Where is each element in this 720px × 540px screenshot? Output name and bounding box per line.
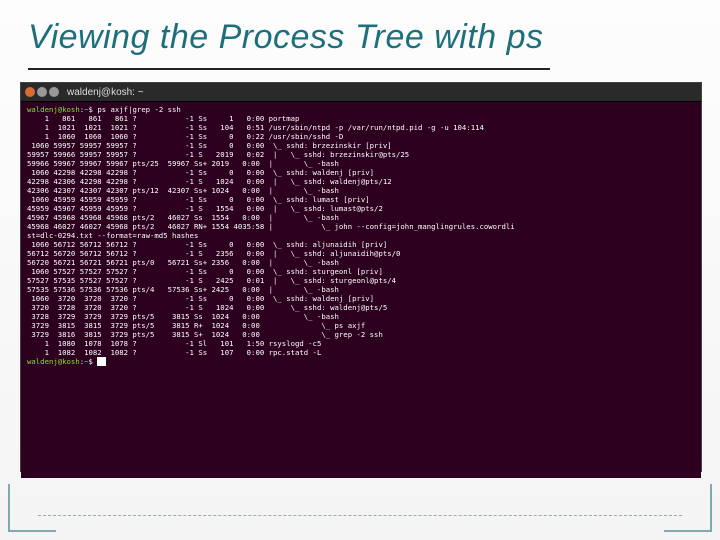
terminal-titlebar: waldenj@kosh: ~ — [21, 83, 701, 102]
slide-title: Viewing the Process Tree with ps — [28, 18, 544, 57]
minimize-icon[interactable] — [37, 87, 47, 97]
terminal-body[interactable]: waldenj@kosh:~$ ps axjf|grep -2 ssh 1 86… — [21, 102, 701, 478]
terminal-window: waldenj@kosh: ~ waldenj@kosh:~$ ps axjf|… — [20, 82, 702, 472]
corner-decor-br — [664, 484, 712, 532]
close-icon[interactable] — [25, 87, 35, 97]
title-underline — [28, 68, 550, 70]
slide-root: Viewing the Process Tree with ps waldenj… — [0, 0, 720, 540]
footer-divider — [38, 515, 682, 516]
terminal-title: waldenj@kosh: ~ — [67, 88, 144, 97]
maximize-icon[interactable] — [49, 87, 59, 97]
corner-decor-bl — [8, 484, 56, 532]
